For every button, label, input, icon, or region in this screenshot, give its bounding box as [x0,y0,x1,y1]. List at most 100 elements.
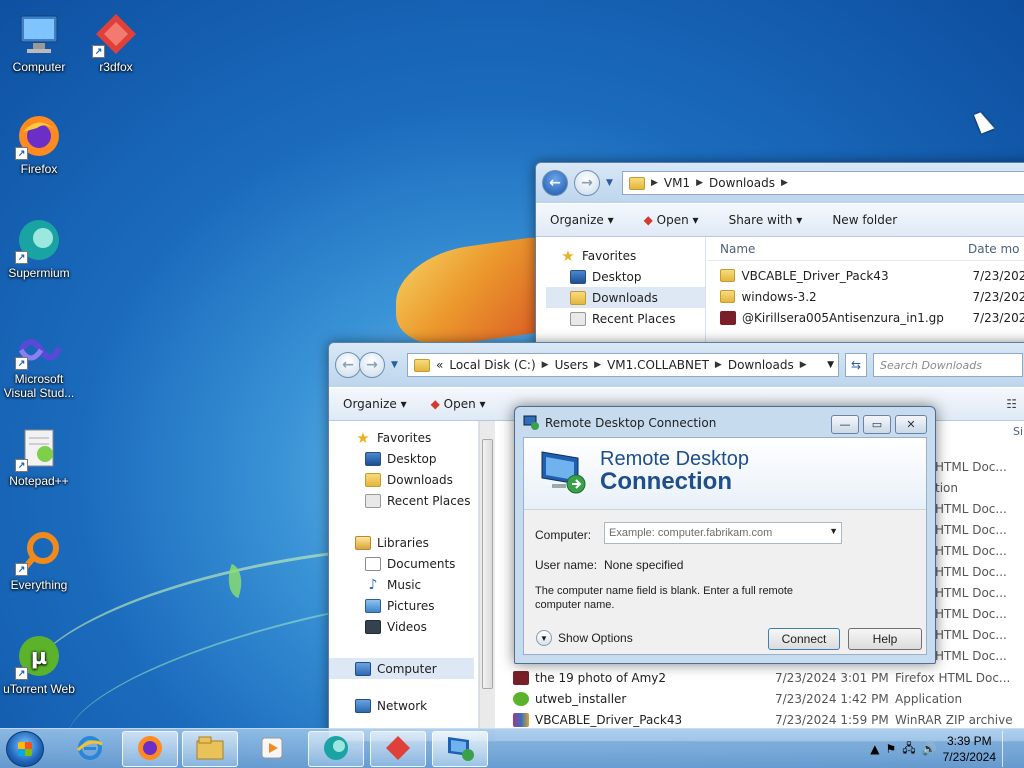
address-dropdown-icon[interactable]: ▼ [827,360,834,370]
nav-documents[interactable]: Documents [329,553,478,574]
nav-recent-places[interactable]: Recent Places [546,308,705,329]
desktop-icon-r3dfox[interactable]: ↗ r3dfox [78,10,154,74]
taskbar-supermium[interactable] [308,731,364,767]
back-button[interactable]: ← [335,352,361,378]
breadcrumb-item[interactable]: Local Disk (C:) [449,358,535,372]
nav-desktop[interactable]: Desktop [329,448,478,469]
recent-places-icon [365,493,381,508]
file-row[interactable]: utweb_installer 7/23/2024 1:42 PM Applicat… [497,688,1024,709]
system-tray: ▲ ⚑ 🖧 🔊 3:39 PM 7/23/2024 [870,729,1024,768]
nav-music[interactable]: ♪ Music [329,574,478,595]
breadcrumb-item[interactable]: Downloads [709,176,775,190]
show-desktop-button[interactable] [1002,731,1012,767]
desktop-icon-supermium[interactable]: ↗ Supermium [1,216,77,280]
file-row[interactable]: windows-3.27/23/2024 [708,286,1024,307]
nav-pictures[interactable]: Pictures [329,595,478,616]
desktop-icon [570,269,586,284]
nav-network[interactable]: Network [329,695,478,716]
start-button[interactable] [6,731,44,767]
breadcrumb-item[interactable]: Downloads [728,358,794,372]
nav-videos[interactable]: Videos [329,616,478,637]
desktop-icon-utorrent[interactable]: µ ↗ uTorrent Web [1,632,77,696]
desktop-icon-notepadpp[interactable]: ↗ Notepad++ [1,424,77,488]
network-icon[interactable]: 🖧 [902,739,915,760]
computer-label: Computer: [535,528,592,542]
new-folder-button[interactable]: New folder [832,213,897,227]
nav-scrollbar[interactable] [479,421,495,741]
breadcrumb-item[interactable]: Users [555,358,589,372]
forward-button[interactable]: → [574,170,600,196]
file-explorer-icon [195,735,225,764]
nav-favorites[interactable]: ★ Favorites [546,245,705,266]
view-options-icon[interactable]: ☷ [1006,397,1017,411]
breadcrumb-item[interactable]: VM1 [664,176,690,190]
file-row[interactable]: VBCABLE_Driver_Pack437/23/2024 [708,265,1024,286]
file-row[interactable]: VBCABLE_Driver_Pack43 7/23/2024 1:59 PM Wi… [497,709,1024,730]
chevron-down-icon: ▼ [536,630,552,646]
taskbar-media-player[interactable] [244,731,300,767]
action-center-flag-icon[interactable]: ⚑ [886,742,897,756]
show-options-toggle[interactable]: ▼ Show Options [536,630,633,646]
connect-button[interactable]: Connect [768,628,840,650]
videos-icon [365,619,381,634]
breadcrumb-item[interactable]: VM1.COLLABNET [607,358,709,372]
remote-desktop-monitor-icon [538,448,586,494]
clock[interactable]: 3:39 PM 7/23/2024 [943,733,996,765]
help-button[interactable]: Help [848,628,922,650]
desktop-icon-everything[interactable]: ↗ Everything [1,528,77,592]
volume-icon[interactable]: 🔊 [922,742,937,756]
nav-recent-places[interactable]: Recent Places [329,490,478,511]
address-bar[interactable]: ▶ VM1 ▶ Downloads ▶ [622,171,1024,195]
refresh-icon[interactable]: ⇆ [845,353,867,377]
open-button[interactable]: ◆ Open ▾ [431,397,486,411]
history-dropdown-icon[interactable]: ▼ [391,360,401,370]
nav-downloads[interactable]: Downloads [329,469,478,490]
desktop-icon-visual-studio[interactable]: ↗ Microsoft Visual Stud... [1,330,77,400]
downloads-folder-icon [570,290,586,305]
organize-button[interactable]: Organize ▾ [550,213,614,227]
remote-desktop-dialog[interactable]: Remote Desktop Connection — ▭ ✕ Remote D… [514,406,936,664]
nav-downloads[interactable]: Downloads [546,287,705,308]
column-header-name[interactable]: Name [708,242,968,256]
chevron-right-icon: ▶ [780,178,788,188]
taskbar-remote-desktop[interactable] [432,731,488,767]
desktop-icon-computer[interactable]: Computer [1,10,77,74]
username-value: None specified [604,558,684,572]
chevron-right-icon: ▶ [541,360,549,370]
nav-favorites[interactable]: ★ Favorites [329,427,478,448]
taskbar-internet-explorer[interactable] [62,731,118,767]
column-header-size[interactable]: Si [1013,425,1023,438]
address-bar[interactable]: « Local Disk (C:) ▶ Users ▶ VM1.COLLABNE… [407,353,839,377]
desktop-icon-firefox[interactable]: ↗ Firefox [1,112,77,176]
file-row[interactable]: the 19 photo of Amy2 7/23/2024 3:01 PM Fir… [497,667,1024,688]
r3dfox-icon: ◆ [430,397,440,411]
r3dfox-icon: ↗ [92,10,140,58]
chevron-down-icon[interactable]: ▼ [829,526,838,536]
explorer-window-back[interactable]: ← → ▼ ▶ VM1 ▶ Downloads ▶ Organize ▾ ◆ O… [535,162,1024,362]
open-button[interactable]: ◆ Open ▾ [644,213,699,227]
minimize-button[interactable]: — [831,415,859,434]
nav-libraries[interactable]: Libraries [329,532,478,553]
close-button[interactable]: ✕ [895,415,927,434]
nav-computer[interactable]: Computer [329,658,474,679]
back-button[interactable]: ← [542,170,568,196]
file-row[interactable]: @Kirillsera005Antisenzura_in1.gp7/23/202… [708,307,1024,328]
shortcut-arrow-icon: ↗ [15,147,28,160]
html-file-icon [720,310,736,325]
column-header-date[interactable]: Date mo [968,242,1020,256]
banner-title-line2: Connection [600,468,732,495]
history-dropdown-icon[interactable]: ▼ [606,178,616,188]
taskbar-r3dfox[interactable] [370,731,426,767]
html-file-icon [513,670,529,685]
maximize-button[interactable]: ▭ [863,415,891,434]
computer-combobox[interactable]: Example: computer.fabrikam.com ▼ [604,522,842,544]
nav-desktop[interactable]: Desktop [546,266,705,287]
search-input[interactable]: Search Downloads [873,353,1023,377]
organize-button[interactable]: Organize ▾ [343,397,407,411]
share-with-button[interactable]: Share with ▾ [729,213,803,227]
forward-button[interactable]: → [359,352,385,378]
taskbar-firefox[interactable] [122,731,178,767]
taskbar-file-explorer[interactable] [182,731,238,767]
scrollbar-thumb[interactable] [482,439,493,689]
show-hidden-icons-icon[interactable]: ▲ [870,742,879,756]
